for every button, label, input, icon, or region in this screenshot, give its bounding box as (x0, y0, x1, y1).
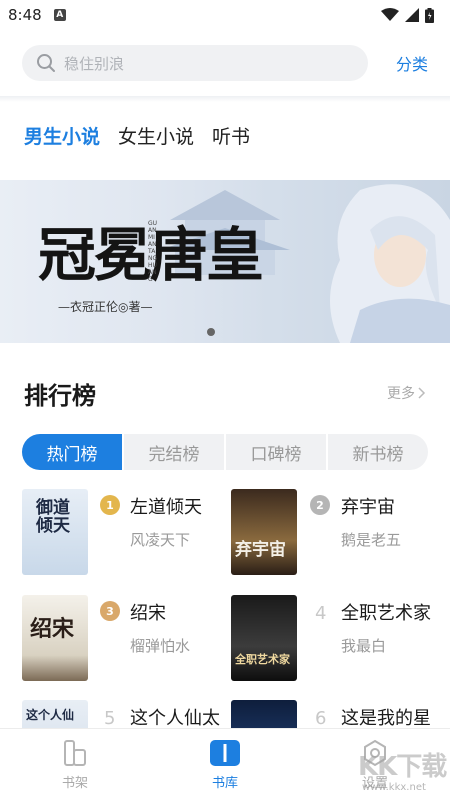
chevron-right-icon (418, 387, 426, 399)
watermark-url: www.kkx.net (362, 782, 426, 793)
book-title: 全职艺术家 (341, 603, 431, 624)
watermark-logo: KK下载 (358, 752, 447, 782)
book-author: 榴弹怕水 (130, 637, 191, 655)
rank-medal-icon: 2 (310, 495, 330, 515)
cover-title: 全职艺术家 (235, 653, 290, 666)
rank-number: 5 (104, 708, 116, 728)
book-item[interactable]: 绍宋 3 绍宋 榴弹怕水 (22, 595, 222, 685)
book-item[interactable]: 弃宇宙 2 弃宇宙 鹅是老五 (231, 489, 431, 579)
tab-male-novels[interactable]: 男生小说 (24, 122, 100, 149)
nav-library[interactable]: 书库 (150, 729, 300, 800)
banner-page-indicator (207, 328, 215, 336)
promo-banner[interactable]: 冠冕唐皇 GUANMIANTANGHUANG —衣冠正伦◎著— (0, 180, 450, 343)
wifi-icon (381, 8, 399, 21)
status-time: 8:48 (8, 6, 42, 24)
search-icon (37, 54, 55, 72)
nav-bookshelf[interactable]: 书架 (0, 729, 150, 800)
rank-number: 6 (315, 708, 327, 728)
book-item[interactable]: 6 这是我的星 (231, 700, 431, 728)
tab-female-novels[interactable]: 女生小说 (118, 122, 194, 149)
book-cover: 全职艺术家 (231, 595, 297, 681)
cover-title: 御道倾天 (36, 498, 70, 536)
header-divider (0, 96, 450, 102)
cover-title: 绍宋 (30, 616, 75, 642)
status-bar: 8:48 A (0, 0, 450, 30)
ranking-header: 排行榜 更多 (24, 376, 426, 410)
rank-medal-icon: 3 (100, 601, 120, 621)
book-cover: 绍宋 (22, 595, 88, 681)
book-title: 这个人仙太 (130, 708, 220, 728)
segment-reputation[interactable]: 口碑榜 (226, 434, 328, 470)
book-cover (231, 700, 297, 728)
book-cover: 御道倾天 (22, 489, 88, 575)
book-author: 风凌天下 (130, 531, 191, 549)
book-title: 弃宇宙 (341, 497, 395, 518)
segment-completed[interactable]: 完结榜 (124, 434, 226, 470)
search-input[interactable]: 稳住别浪 (22, 45, 368, 81)
ranking-title: 排行榜 (24, 381, 96, 410)
more-button[interactable]: 更多 (387, 383, 426, 403)
battery-icon (425, 7, 434, 23)
book-author: 我最白 (341, 637, 387, 655)
search-placeholder: 稳住别浪 (64, 54, 125, 73)
banner-pinyin: GUANMIANTANGHUANG (148, 220, 158, 283)
book-cover: 这个人仙 (22, 700, 88, 728)
book-title: 这是我的星 (341, 708, 431, 728)
book-item[interactable]: 全职艺术家 4 全职艺术家 我最白 (231, 595, 431, 685)
rank-number: 4 (315, 603, 327, 624)
book-title: 左道倾天 (130, 497, 202, 518)
rank-medal-icon: 1 (100, 495, 120, 515)
book-author: 鹅是老五 (341, 531, 402, 549)
book-item[interactable]: 这个人仙 5 这个人仙太 (22, 700, 222, 728)
banner-author: —衣冠正伦◎著— (58, 300, 153, 314)
notification-icon: A (53, 9, 66, 21)
signal-icon (405, 8, 419, 22)
nav-label: 书库 (211, 776, 238, 791)
tab-audiobooks[interactable]: 听书 (212, 122, 250, 149)
segment-hot[interactable]: 热门榜 (22, 434, 124, 470)
nav-label: 书架 (61, 776, 88, 791)
library-icon (210, 740, 240, 766)
ranking-segments: 热门榜 完结榜 口碑榜 新书榜 (22, 434, 428, 470)
bookshelf-icon (64, 740, 86, 766)
search-row: 稳住别浪 分类 (0, 38, 450, 88)
character-illustration (330, 184, 450, 343)
channel-tabs: 男生小说 女生小说 听书 (24, 122, 250, 149)
segment-new[interactable]: 新书榜 (328, 434, 428, 470)
cover-title: 弃宇宙 (235, 540, 286, 560)
book-title: 绍宋 (130, 603, 166, 624)
book-item[interactable]: 御道倾天 1 左道倾天 风凌天下 (22, 489, 222, 579)
more-label: 更多 (387, 386, 415, 402)
book-cover: 弃宇宙 (231, 489, 297, 575)
category-button[interactable]: 分类 (396, 51, 428, 75)
cover-title: 这个人仙 (26, 708, 75, 722)
